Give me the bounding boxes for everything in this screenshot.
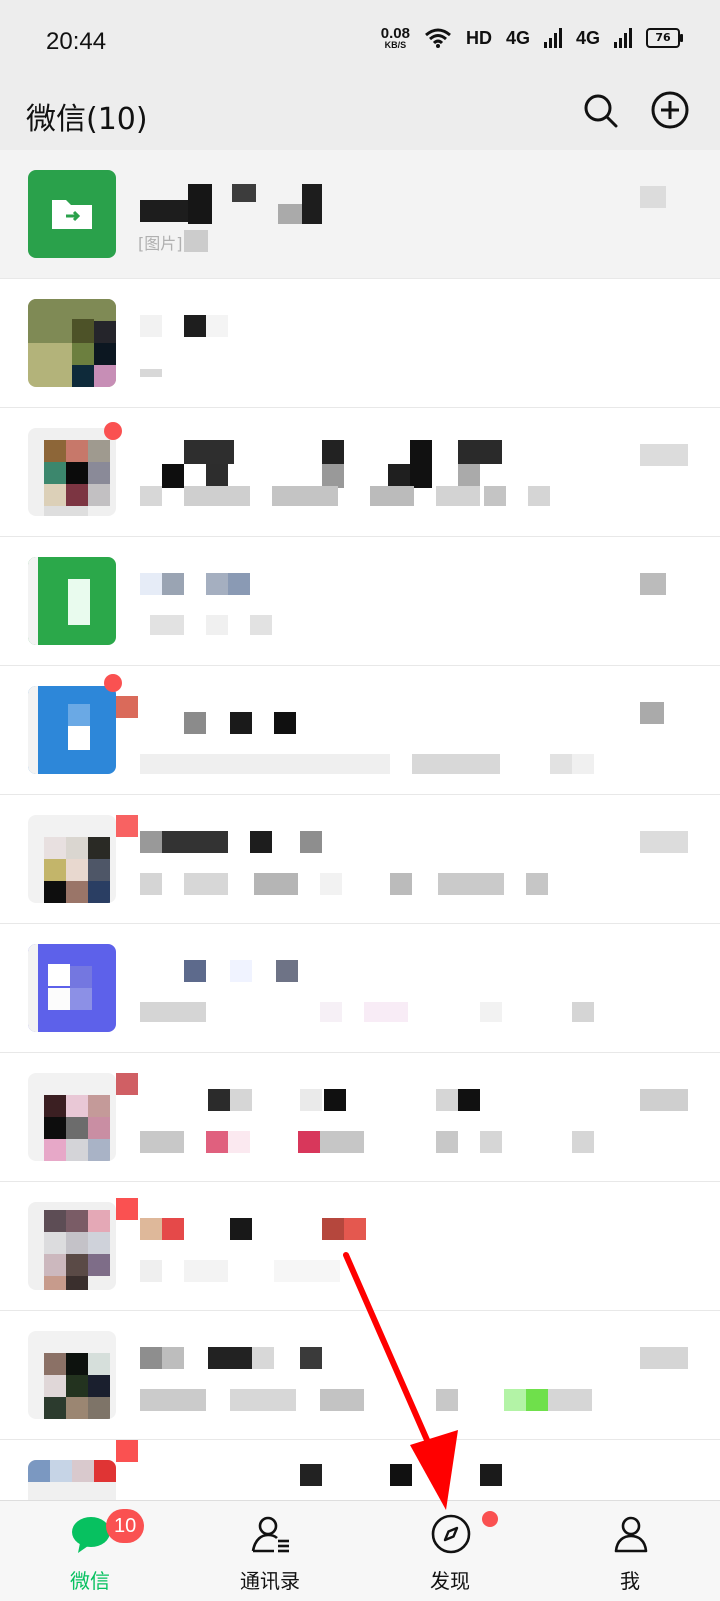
chat-item[interactable]	[0, 924, 720, 1053]
compass-icon	[431, 1514, 471, 1554]
net-speed-value: 0.08	[380, 25, 410, 42]
chat-name-redacted	[140, 1218, 380, 1242]
chat-time-redacted	[640, 444, 690, 466]
unread-dot	[104, 422, 122, 440]
chat-item[interactable]	[0, 666, 720, 795]
add-icon[interactable]	[650, 90, 690, 130]
folder-transfer-icon	[52, 200, 92, 229]
chat-time-redacted	[640, 831, 690, 853]
signal-4g-label: 4G	[505, 27, 530, 48]
signal-4g-label-2: 4G	[575, 27, 600, 48]
unread-badge: 10	[106, 1509, 145, 1543]
chat-item[interactable]	[0, 408, 720, 537]
chat-time-redacted	[640, 186, 690, 208]
search-icon[interactable]	[580, 90, 620, 130]
tab-discover[interactable]: 发现	[360, 1501, 540, 1601]
tab-label: 通讯录	[240, 1569, 300, 1593]
chat-item[interactable]	[0, 795, 720, 924]
avatar	[28, 1460, 116, 1500]
status-time: 20:44	[46, 28, 107, 55]
avatar	[28, 686, 116, 774]
tab-me[interactable]: 我	[540, 1501, 720, 1601]
tab-chats[interactable]: 10 微信	[0, 1501, 180, 1601]
status-bar: 20:44 0.08 KB/S HD 4G 4G 76	[0, 0, 720, 88]
chat-name-redacted	[140, 315, 240, 339]
chat-preview-redacted	[140, 1131, 600, 1153]
tab-label: 发现	[430, 1569, 470, 1593]
signal-bars-icon-2	[614, 28, 632, 48]
chat-preview-redacted	[140, 1002, 610, 1022]
chat-item[interactable]	[0, 537, 720, 666]
avatar	[28, 1331, 116, 1419]
chat-time-redacted	[640, 573, 690, 595]
chat-name-redacted	[140, 440, 520, 488]
signal-bars-icon	[543, 28, 562, 48]
hd-indicator: HD	[465, 27, 492, 48]
chat-preview: [图片]	[138, 234, 183, 253]
chat-name-redacted	[140, 702, 300, 734]
chat-name-redacted	[140, 1464, 540, 1500]
avatar	[28, 428, 116, 516]
chat-name-redacted	[140, 184, 330, 224]
chat-name-redacted	[140, 1347, 340, 1371]
chat-preview-redacted	[140, 744, 610, 774]
avatar	[28, 944, 116, 1032]
net-speed: 0.08 KB/S	[381, 26, 410, 50]
tab-label: 微信	[70, 1569, 110, 1593]
chat-item[interactable]	[0, 1440, 720, 1500]
contacts-icon	[251, 1516, 289, 1553]
avatar	[28, 299, 116, 387]
tab-contacts[interactable]: 通讯录	[180, 1501, 360, 1601]
page-title: 微信(10)	[26, 102, 148, 137]
chat-item[interactable]	[0, 1182, 720, 1311]
chat-preview-redacted	[140, 1389, 600, 1411]
chat-list[interactable]: [图片]	[0, 150, 720, 1500]
person-icon	[614, 1516, 648, 1553]
chat-preview-redacted	[140, 1260, 360, 1282]
avatar	[28, 557, 116, 645]
chat-time-redacted	[640, 1347, 690, 1369]
chat-preview-redacted	[140, 615, 280, 635]
chat-preview-redacted	[140, 486, 560, 506]
chat-name-redacted	[140, 960, 310, 984]
unread-dot	[104, 674, 122, 692]
avatar	[28, 1073, 116, 1161]
chat-item[interactable]	[0, 1053, 720, 1182]
chat-item[interactable]: [图片]	[0, 150, 720, 279]
title-bar: 微信(10)	[0, 88, 720, 150]
new-content-dot	[482, 1511, 498, 1527]
net-speed-unit: KB/S	[384, 40, 407, 50]
chat-time-redacted	[640, 1089, 690, 1111]
chat-item[interactable]	[0, 1311, 720, 1440]
avatar	[28, 170, 116, 258]
chat-item[interactable]	[0, 279, 720, 408]
chat-name-redacted	[140, 573, 260, 597]
chat-time-redacted	[640, 702, 690, 724]
wifi-icon	[425, 28, 451, 48]
avatar	[28, 1202, 116, 1290]
chat-name-redacted	[140, 1089, 500, 1113]
tab-label: 我	[620, 1569, 640, 1593]
battery-indicator: 76	[646, 28, 683, 48]
chat-preview-redacted	[140, 873, 600, 895]
tab-bar: 10 微信 通讯录 发现 我	[0, 1500, 720, 1601]
status-indicators: 0.08 KB/S HD 4G 4G 76	[381, 26, 683, 50]
chat-name-redacted	[140, 831, 340, 855]
chat-preview-redacted	[140, 357, 180, 377]
avatar	[28, 815, 116, 903]
chat-bubble-icon	[72, 1517, 110, 1553]
